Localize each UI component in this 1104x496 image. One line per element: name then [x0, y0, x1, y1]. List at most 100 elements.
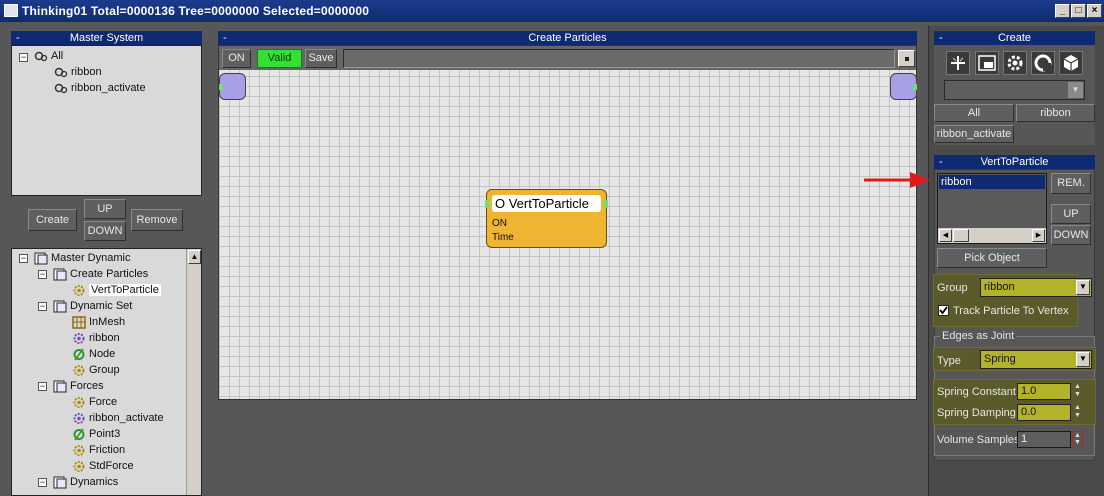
- object-list-item[interactable]: ribbon: [939, 175, 1045, 189]
- verttoparticle-rollout-title: VertToParticle: [980, 156, 1049, 168]
- tree-item-ribbon[interactable]: ribbon: [72, 330, 120, 346]
- close-button[interactable]: ×: [1087, 4, 1102, 18]
- object-list[interactable]: ribbon ◀ ▶: [937, 173, 1047, 244]
- verttoparticle-node[interactable]: O VertToParticle ON Time: [485, 189, 608, 248]
- tree-item-verttoparticle[interactable]: VertToParticle: [72, 282, 161, 298]
- ok-item-icon[interactable]: [975, 51, 999, 75]
- type-dropdown[interactable]: Spring ▼: [980, 350, 1092, 369]
- remove-button[interactable]: Remove: [131, 209, 183, 231]
- down-button[interactable]: DOWN: [84, 221, 126, 241]
- document-icon: [34, 252, 48, 265]
- input-port-block[interactable]: [219, 73, 246, 100]
- create-button[interactable]: Create: [28, 209, 77, 231]
- port-icon: [219, 84, 223, 90]
- tree-item-ribbon-activate[interactable]: ribbon_activate: [72, 410, 164, 426]
- create-type-dropdown[interactable]: ▼: [944, 80, 1085, 100]
- collapse-icon[interactable]: -: [16, 31, 20, 45]
- tree-item-forces[interactable]: Forces: [53, 378, 104, 394]
- volume-samples-label: Volume Samples: [937, 434, 1020, 446]
- node-icon: [72, 428, 86, 441]
- node-graph-canvas[interactable]: ON Valid Save O VertToParticle ON Time: [218, 45, 917, 400]
- collapse-icon[interactable]: −: [19, 53, 28, 62]
- tab-all[interactable]: All: [934, 104, 1014, 122]
- master-system-header[interactable]: - Master System: [11, 31, 202, 45]
- up-button[interactable]: UP: [84, 199, 126, 219]
- scroll-up-icon[interactable]: ▲: [188, 250, 201, 264]
- tree-item-group[interactable]: Group: [72, 362, 120, 378]
- tree-item-dynamic-set[interactable]: Dynamic Set: [53, 298, 132, 314]
- tree-item-friction[interactable]: Friction: [72, 442, 125, 458]
- node-title: O VertToParticle: [492, 195, 601, 212]
- collapse-icon[interactable]: -: [223, 31, 227, 45]
- scroll-right-icon[interactable]: ▶: [1032, 229, 1045, 242]
- check-icon: [939, 306, 948, 315]
- collapse-icon[interactable]: −: [38, 478, 47, 487]
- tab-ribbon-activate[interactable]: ribbon_activate: [934, 125, 1014, 143]
- move-down-button[interactable]: DOWN: [1051, 225, 1091, 245]
- document-icon: [53, 268, 67, 281]
- scroll-left-icon[interactable]: ◀: [939, 229, 952, 242]
- tree-item-all[interactable]: All: [34, 48, 63, 64]
- group-dropdown[interactable]: ribbon ▼: [980, 278, 1092, 297]
- collapse-icon[interactable]: −: [38, 382, 47, 391]
- gear-icon: [72, 332, 86, 345]
- volume-samples-input[interactable]: 1: [1017, 431, 1071, 448]
- tree-item-stdforce[interactable]: StdForce: [72, 458, 134, 474]
- tab-ribbon[interactable]: ribbon: [1016, 104, 1095, 122]
- tree-item-node[interactable]: Node: [72, 346, 115, 362]
- scroll-thumb[interactable]: [953, 229, 969, 242]
- node-input-port-icon[interactable]: [485, 200, 489, 208]
- window-title: Thinking01 Total=0000136 Tree=0000000 Se…: [22, 4, 370, 18]
- create-rollout-title: Create: [997, 32, 1032, 44]
- spinner-icon[interactable]: ▲ ▼: [1072, 431, 1083, 448]
- spinner-icon[interactable]: ▲ ▼: [1072, 383, 1083, 400]
- master-system-tree[interactable]: − All ribbon ribbon_activate: [11, 45, 202, 196]
- tree-item-force[interactable]: Force: [72, 394, 117, 410]
- chevron-down-icon: ▼: [1076, 280, 1090, 295]
- create-rollout-header[interactable]: - Create: [934, 31, 1095, 45]
- magnet-icon[interactable]: [1031, 51, 1055, 75]
- move-up-button[interactable]: UP: [1051, 204, 1091, 224]
- verttoparticle-rollout-header[interactable]: - VertToParticle: [934, 155, 1095, 169]
- on-button[interactable]: ON: [222, 49, 251, 68]
- tree-item-point3[interactable]: Point3: [72, 426, 120, 442]
- tree-item-master-dynamic[interactable]: Master Dynamic: [34, 250, 130, 266]
- document-icon: [53, 476, 67, 489]
- valid-button[interactable]: Valid: [257, 49, 302, 68]
- add-item-icon[interactable]: [946, 51, 970, 75]
- collapse-icon[interactable]: −: [19, 254, 28, 263]
- spring-damping-input[interactable]: 0.0: [1017, 404, 1071, 421]
- collapse-icon[interactable]: -: [939, 155, 943, 169]
- node-output-port-icon[interactable]: [604, 200, 608, 208]
- tree-item-inmesh[interactable]: InMesh: [72, 314, 125, 330]
- tree-item-create-particles[interactable]: Create Particles: [53, 266, 148, 282]
- master-dynamic-tree[interactable]: ▲ − Master Dynamic − Create Particles Ve…: [11, 248, 202, 496]
- pick-object-button[interactable]: Pick Object: [937, 248, 1047, 268]
- canvas-options-button[interactable]: [898, 50, 915, 67]
- node-port-time[interactable]: Time: [492, 232, 514, 243]
- save-button[interactable]: Save: [305, 49, 337, 68]
- maximize-button[interactable]: □: [1071, 4, 1086, 18]
- minimize-button[interactable]: _: [1055, 4, 1070, 18]
- remove-object-button[interactable]: REM.: [1051, 173, 1091, 194]
- collapse-icon[interactable]: −: [38, 270, 47, 279]
- collapse-icon[interactable]: -: [939, 31, 943, 45]
- output-port-block[interactable]: [890, 73, 917, 100]
- collapse-icon[interactable]: −: [38, 302, 47, 311]
- tree-item-dynamics[interactable]: Dynamics: [53, 474, 118, 490]
- create-particles-header[interactable]: - Create Particles: [218, 31, 917, 45]
- chevron-down-icon: ▼: [1068, 82, 1083, 98]
- tree-item-ribbon[interactable]: ribbon: [54, 64, 102, 80]
- cube-icon[interactable]: [1059, 51, 1083, 75]
- system-icon: [34, 50, 48, 63]
- gear-icon: [72, 364, 86, 377]
- spinner-icon[interactable]: ▲ ▼: [1072, 404, 1083, 421]
- gear-icon[interactable]: [1003, 51, 1027, 75]
- node-port-on[interactable]: ON: [492, 218, 507, 229]
- spring-constant-input[interactable]: 1.0: [1017, 383, 1071, 400]
- tree-item-ribbon-activate[interactable]: ribbon_activate: [54, 80, 146, 96]
- chevron-down-icon: ▼: [1076, 352, 1090, 367]
- tree-scrollbar[interactable]: ▲: [186, 249, 201, 495]
- horizontal-scrollbar[interactable]: ◀ ▶: [938, 228, 1046, 243]
- track-particle-checkbox[interactable]: [938, 305, 949, 316]
